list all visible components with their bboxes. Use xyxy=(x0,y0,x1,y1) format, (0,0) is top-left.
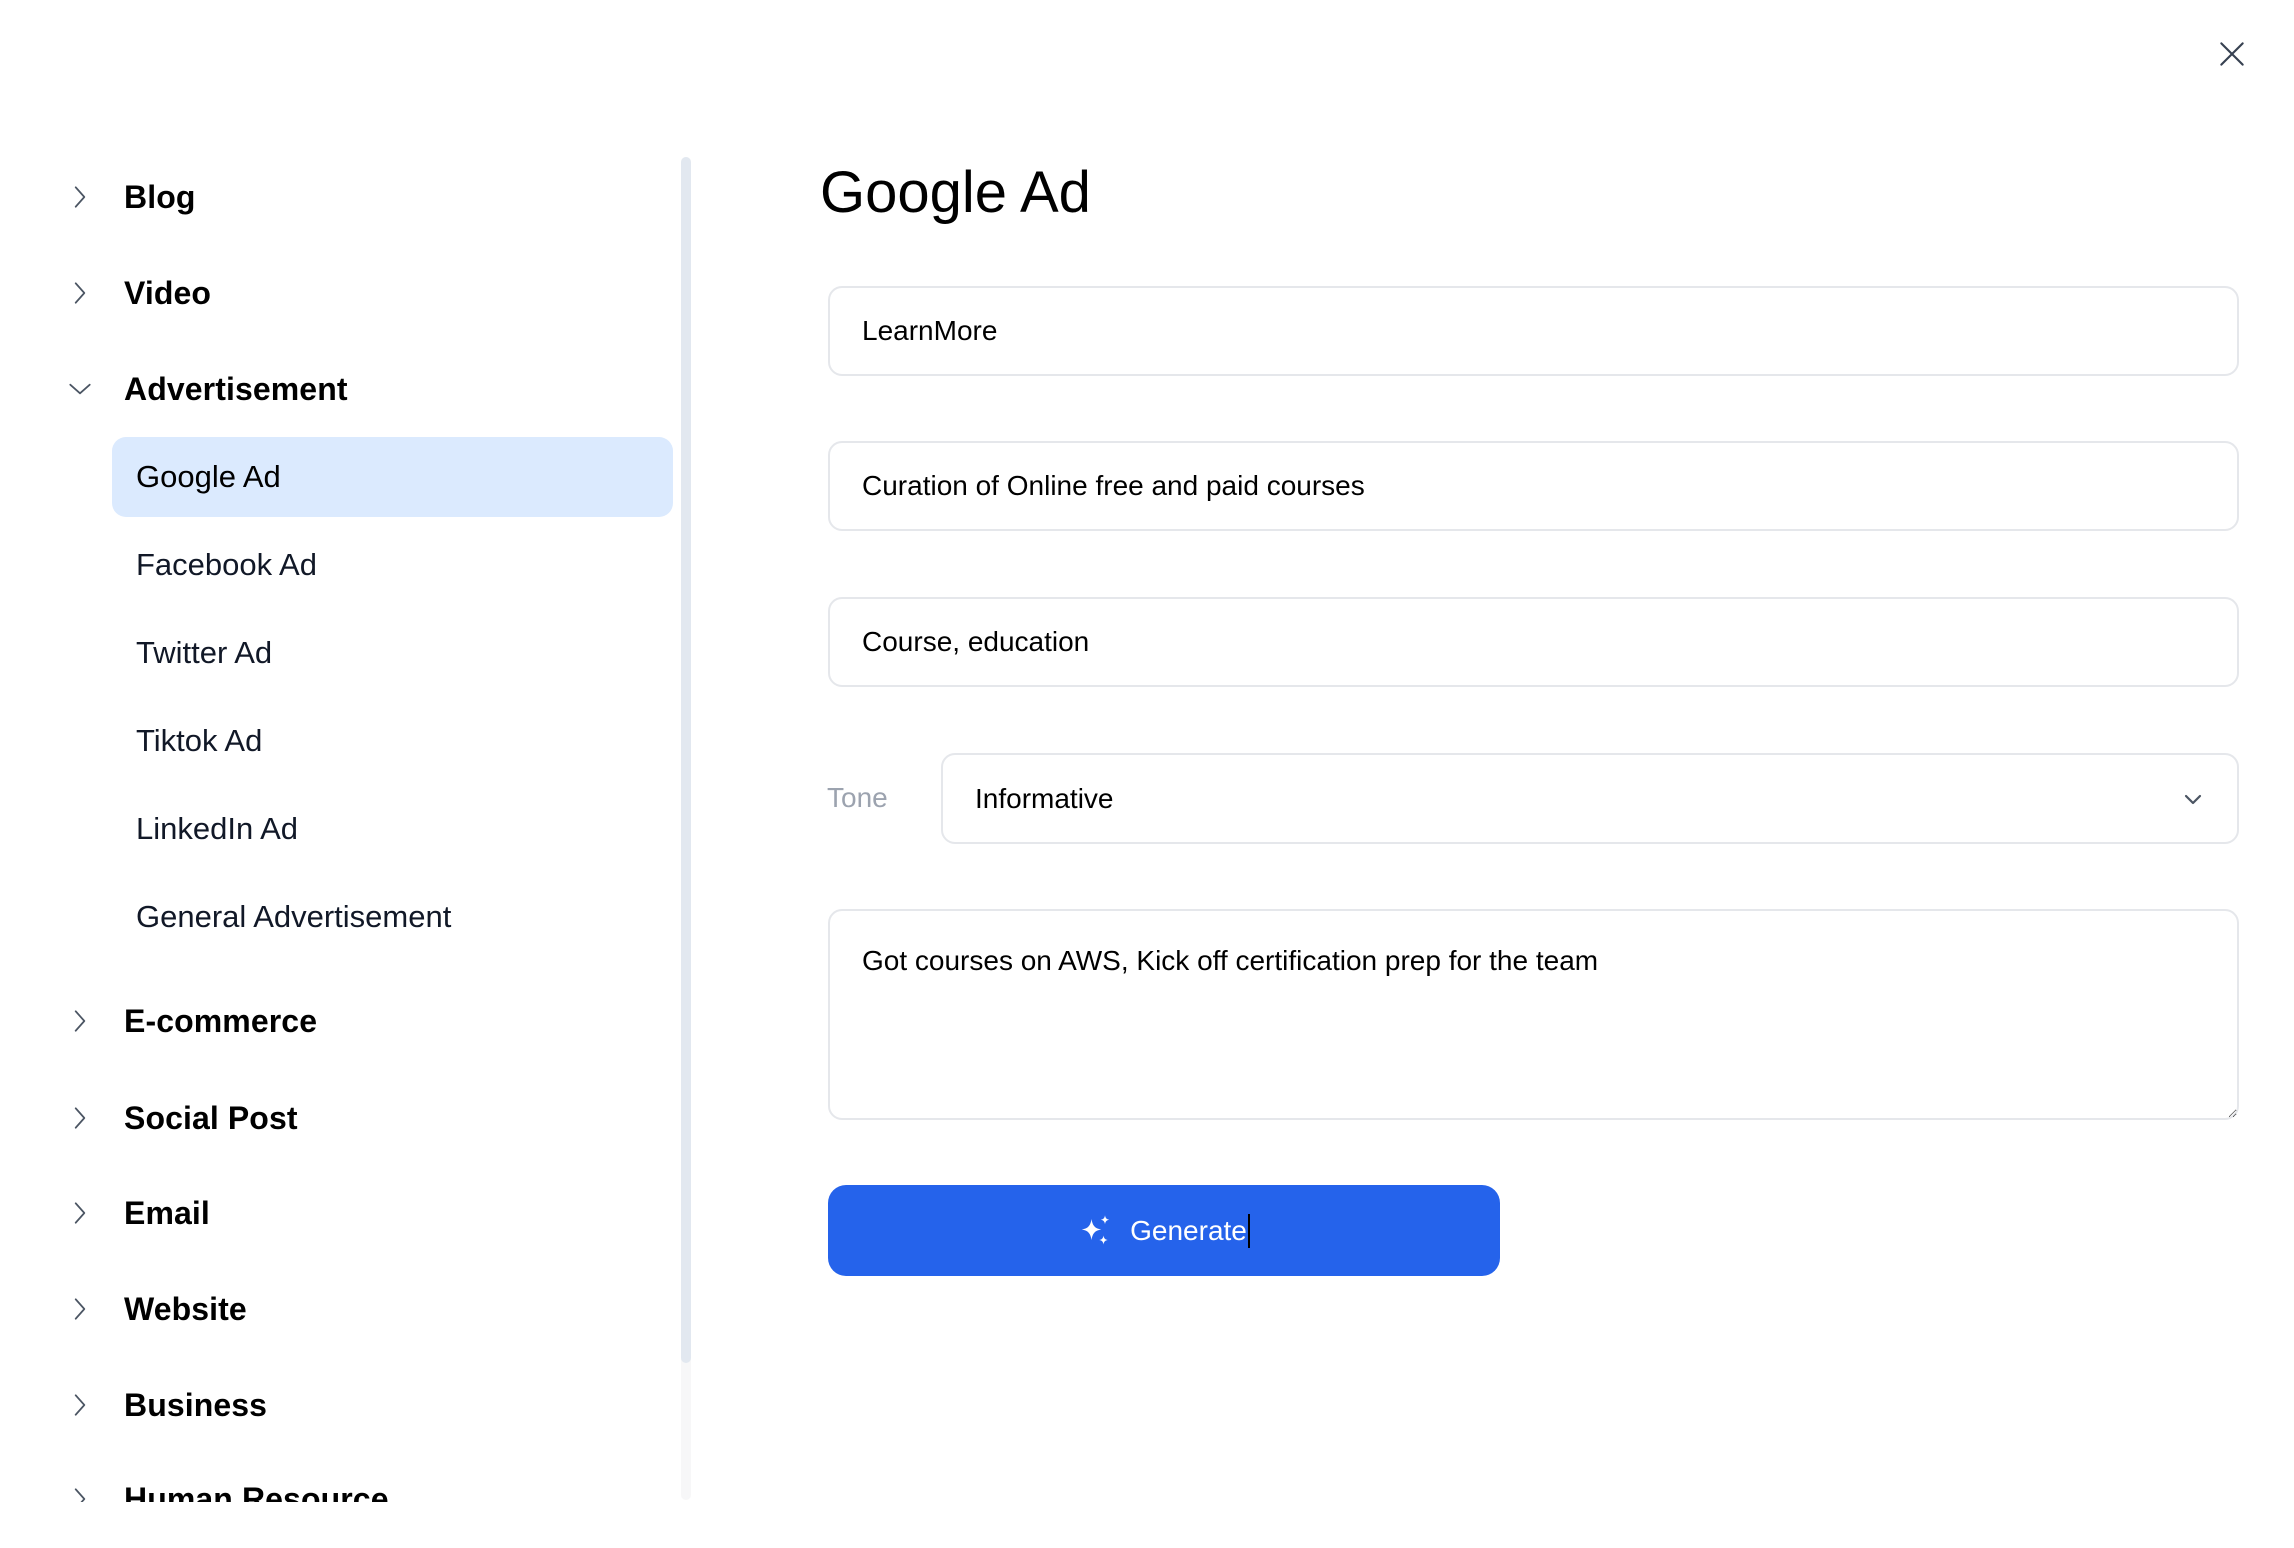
sidebar: Blog Video Advertisement Google Ad Faceb… xyxy=(0,150,700,1502)
chevron-right-icon xyxy=(60,273,100,313)
text-cursor xyxy=(1247,1213,1250,1248)
sidebar-group-email[interactable]: Email xyxy=(60,1183,660,1243)
sidebar-item-facebook-ad[interactable]: Facebook Ad xyxy=(112,525,673,605)
tone-select[interactable]: Informative xyxy=(941,753,2239,844)
sidebar-item-twitter-ad[interactable]: Twitter Ad xyxy=(112,613,673,693)
sidebar-group-advertisement[interactable]: Advertisement xyxy=(60,359,660,419)
sidebar-item-general-advertisement[interactable]: General Advertisement xyxy=(112,877,673,957)
sidebar-group-video[interactable]: Video xyxy=(60,263,660,323)
sidebar-group-website[interactable]: Website xyxy=(60,1279,660,1339)
chevron-down-icon xyxy=(60,369,100,409)
sidebar-group-label: Website xyxy=(124,1290,247,1327)
sidebar-group-label: Blog xyxy=(124,178,196,215)
description-input[interactable] xyxy=(828,441,2239,531)
keywords-input[interactable] xyxy=(828,597,2239,687)
sidebar-group-label: Social Post xyxy=(124,1099,298,1136)
chevron-right-icon xyxy=(60,1385,100,1425)
tone-label: Tone xyxy=(827,782,888,813)
sidebar-group-business[interactable]: Business xyxy=(60,1375,660,1435)
sidebar-item-label: Google Ad xyxy=(136,459,281,494)
sparkles-icon xyxy=(1081,1214,1110,1244)
sidebar-group-blog[interactable]: Blog xyxy=(60,167,660,227)
sidebar-item-linkedin-ad[interactable]: LinkedIn Ad xyxy=(112,789,673,869)
sidebar-group-human-resource[interactable]: Human Resource xyxy=(60,1469,660,1502)
chevron-right-icon xyxy=(60,1193,100,1233)
sidebar-group-label: E-commerce xyxy=(124,1002,318,1039)
generate-button-label: Generate xyxy=(1130,1214,1247,1246)
chevron-down-icon xyxy=(2181,787,2205,811)
close-button[interactable] xyxy=(2212,34,2252,74)
details-textarea[interactable]: Got courses on AWS, Kick off certificati… xyxy=(828,909,2239,1120)
sidebar-group-label: Video xyxy=(124,274,212,311)
sidebar-group-social-post[interactable]: Social Post xyxy=(60,1088,660,1148)
close-icon xyxy=(2220,42,2244,66)
page-title: Google Ad xyxy=(820,160,1091,225)
sidebar-item-label: General Advertisement xyxy=(136,899,452,934)
sidebar-item-label: LinkedIn Ad xyxy=(136,811,299,846)
sidebar-item-tiktok-ad[interactable]: Tiktok Ad xyxy=(112,701,673,781)
sidebar-group-label: Advertisement xyxy=(124,370,348,407)
sidebar-scrollbar-thumb[interactable] xyxy=(681,157,691,1363)
chevron-right-icon xyxy=(60,1001,100,1041)
generate-button[interactable]: Generate xyxy=(828,1185,1500,1276)
sidebar-item-label: Facebook Ad xyxy=(136,547,317,582)
sidebar-group-label: Business xyxy=(124,1386,268,1423)
sidebar-item-label: Tiktok Ad xyxy=(136,723,263,758)
chevron-right-icon xyxy=(60,1098,100,1138)
sidebar-item-google-ad[interactable]: Google Ad xyxy=(112,437,673,517)
sidebar-item-label: Twitter Ad xyxy=(136,635,273,670)
sidebar-group-label: Human Resource xyxy=(124,1480,389,1503)
chevron-right-icon xyxy=(60,177,100,217)
tone-select-value: Informative xyxy=(975,782,1114,814)
product-name-input[interactable] xyxy=(828,286,2239,376)
chevron-right-icon xyxy=(60,1479,100,1502)
chevron-right-icon xyxy=(60,1289,100,1329)
sidebar-group-ecommerce[interactable]: E-commerce xyxy=(60,991,660,1051)
sidebar-group-label: Email xyxy=(124,1194,210,1231)
